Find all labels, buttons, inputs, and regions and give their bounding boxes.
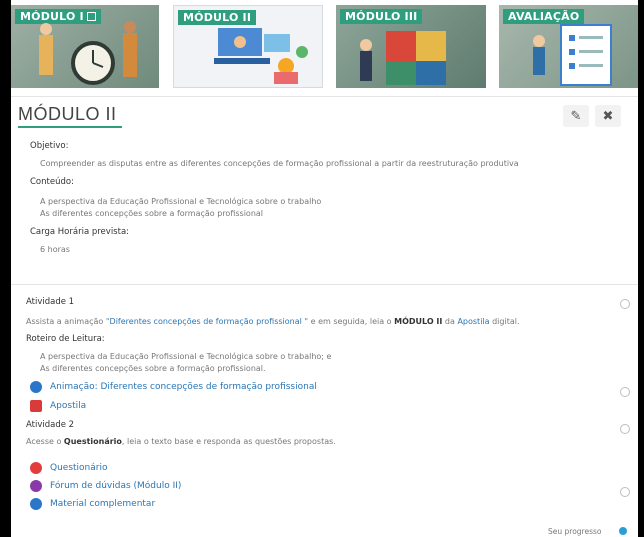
- left-border: [0, 0, 11, 537]
- atividade-1-instructions: Assista a animação "Diferentes concepçõe…: [26, 317, 520, 326]
- quiz-icon: [30, 462, 42, 474]
- folder-icon: [30, 498, 42, 510]
- completion-checkbox-atividade-2[interactable]: [620, 424, 630, 434]
- apostila-inline-link[interactable]: Apostila: [457, 317, 489, 326]
- resource-link[interactable]: Questionário: [50, 463, 107, 473]
- resource-link[interactable]: Material complementar: [50, 499, 155, 509]
- forum-icon: [30, 480, 42, 492]
- module-title: MÓDULO II: [18, 104, 117, 124]
- carga-label: Carga Horária prevista:: [30, 227, 130, 237]
- resource-forum[interactable]: Fórum de dúvidas (Módulo II): [30, 479, 181, 493]
- animacao-inline-link[interactable]: Diferentes concepções de formação profis…: [110, 317, 302, 326]
- module-tile-4[interactable]: AVALIAÇÃO: [499, 5, 638, 88]
- objetivo-label: Objetivo:: [30, 141, 69, 151]
- clock-illustration-icon: [39, 21, 137, 85]
- roteiro-label: Roteiro de Leitura:: [26, 334, 105, 344]
- module-tile-1[interactable]: MÓDULO I: [11, 5, 159, 88]
- completion-checkbox-atividade-1[interactable]: [620, 299, 630, 309]
- resource-questionario[interactable]: Questionário: [30, 461, 107, 475]
- completion-checkbox-animacao[interactable]: [620, 387, 630, 397]
- resource-material[interactable]: Material complementar: [30, 497, 155, 511]
- carga-value: 6 horas: [40, 245, 70, 254]
- checklist-illustration-icon: [533, 24, 612, 86]
- module-title-underline: [18, 126, 122, 128]
- module-tile-3[interactable]: MÓDULO III: [336, 5, 486, 88]
- close-icon: ✖: [602, 108, 614, 124]
- atividade-2-title: Atividade 2: [26, 420, 75, 430]
- pencil-icon: ✎: [570, 108, 582, 124]
- resource-link[interactable]: Animação: Diferentes concepções de forma…: [50, 382, 317, 392]
- edit-button[interactable]: ✎: [563, 105, 589, 127]
- close-button[interactable]: ✖: [595, 105, 621, 127]
- puzzle-illustration-icon: [360, 31, 446, 85]
- roteiro-item: A perspectiva da Educação Profissional e…: [40, 352, 332, 361]
- banner-divider: [11, 96, 638, 97]
- animation-icon: [30, 381, 42, 393]
- resource-link[interactable]: Apostila: [50, 401, 86, 411]
- progress-label: Seu progresso: [548, 527, 602, 536]
- section-divider: [11, 284, 638, 285]
- conteudo-label: Conteúdo:: [30, 177, 74, 187]
- module-tile-2[interactable]: MÓDULO II: [173, 5, 323, 88]
- atividade-2-instructions: Acesse o Questionário, leia o texto base…: [26, 437, 336, 446]
- resource-apostila[interactable]: Apostila: [30, 399, 86, 413]
- roteiro-item: As diferentes concepções sobre a formaçã…: [40, 364, 266, 373]
- help-icon[interactable]: [619, 527, 627, 535]
- completion-checkbox-forum[interactable]: [620, 487, 630, 497]
- conteudo-item: As diferentes concepções sobre a formaçã…: [40, 209, 264, 218]
- right-border: [638, 0, 644, 537]
- resource-animacao[interactable]: Animação: Diferentes concepções de forma…: [30, 380, 317, 394]
- module-banner: MÓDULO I MÓDULO II MÓDULO III AVALIAÇÃO: [11, 5, 638, 94]
- objetivo-text: Compreender as disputas entre as diferen…: [40, 159, 519, 168]
- resource-link[interactable]: Fórum de dúvidas (Módulo II): [50, 481, 181, 491]
- conteudo-item: A perspectiva da Educação Profissional e…: [40, 197, 322, 206]
- pdf-icon: [30, 400, 42, 412]
- atividade-1-title: Atividade 1: [26, 297, 75, 307]
- office-illustration-icon: [214, 28, 308, 84]
